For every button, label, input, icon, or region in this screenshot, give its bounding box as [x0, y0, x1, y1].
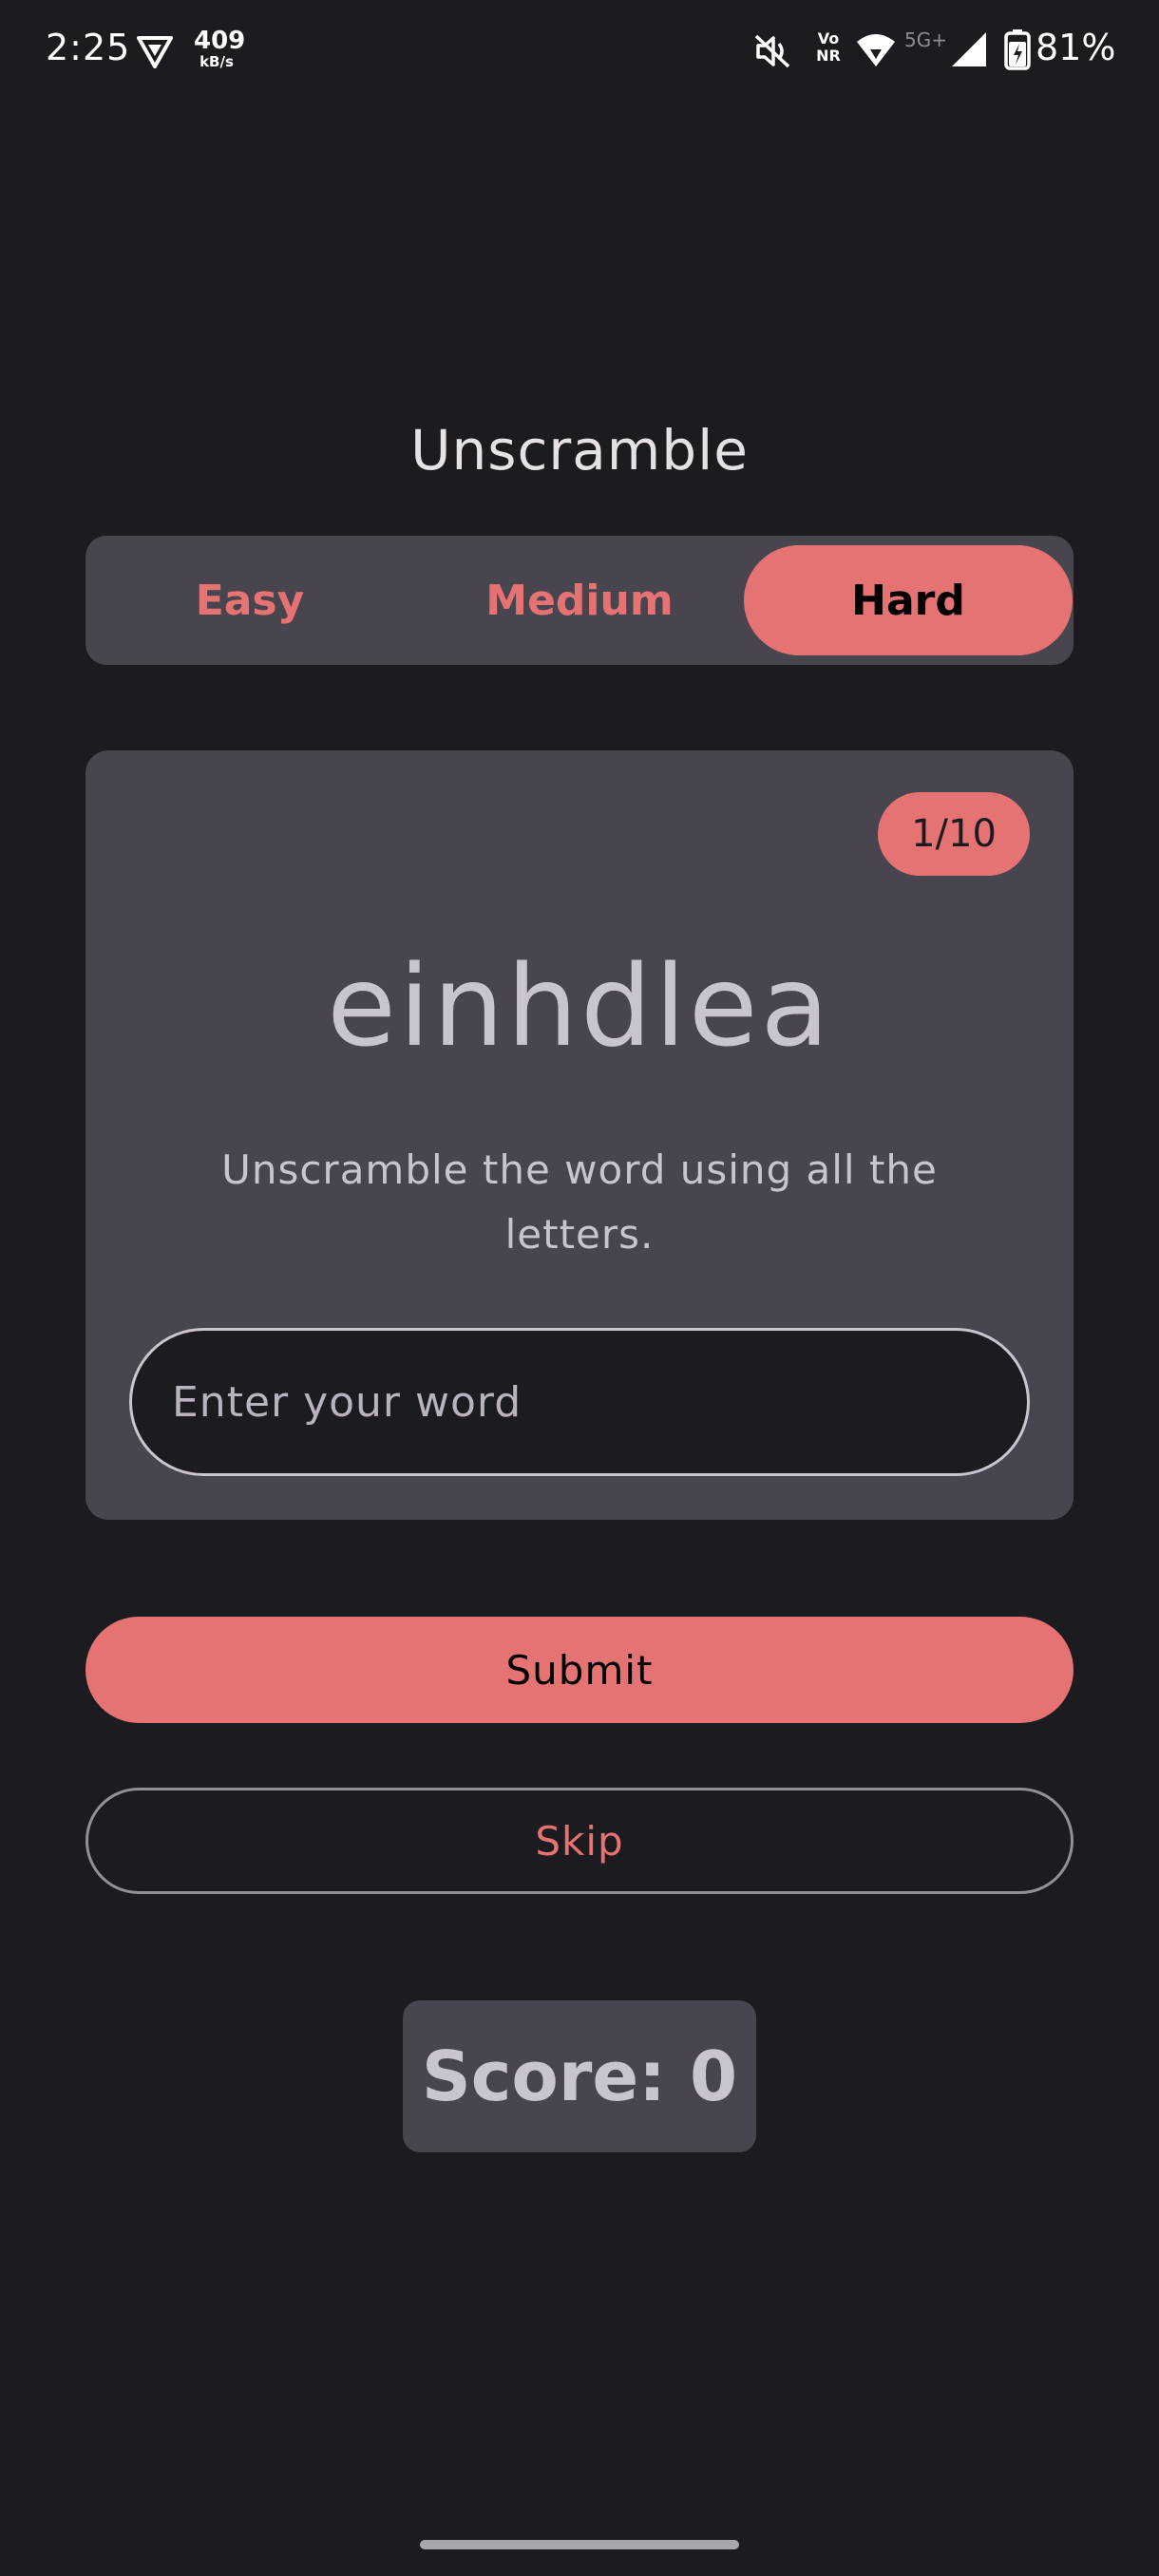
mute-icon — [754, 34, 790, 68]
speed-value: 409 — [194, 27, 246, 55]
skip-button[interactable]: Skip — [86, 1788, 1074, 1894]
gesture-nav-handle[interactable] — [420, 2540, 739, 2549]
status-bar: 2:25 409 kB/s Vo NR 5G+ 81% — [0, 0, 1159, 103]
battery-icon — [1004, 29, 1031, 70]
page-title: Unscramble — [410, 418, 749, 483]
battery-percent: 81% — [1036, 27, 1116, 68]
speed-unit: kB/s — [200, 53, 234, 70]
signal-icon — [952, 32, 986, 66]
network-type: 5G+ — [904, 28, 947, 51]
progress-badge: 1/10 — [878, 792, 1030, 876]
word-card: 1/10 einhdlea Unscramble the word using … — [86, 750, 1074, 1520]
difficulty-easy-button[interactable]: Easy — [86, 545, 414, 655]
volte-icon: Vo NR — [808, 30, 849, 65]
scrambled-word: einhdlea — [327, 940, 832, 1071]
status-time: 2:25 — [46, 27, 131, 68]
difficulty-hard-button[interactable]: Hard — [744, 545, 1073, 655]
word-input[interactable] — [129, 1328, 1030, 1476]
volte-bottom: NR — [816, 47, 841, 65]
difficulty-medium-button[interactable]: Medium — [415, 545, 744, 655]
difficulty-selector: Easy Medium Hard — [86, 536, 1074, 665]
vpn-icon — [137, 36, 173, 68]
instruction-text: Unscramble the word using all the letter… — [221, 1146, 938, 1258]
score-display: Score: 0 — [403, 2000, 756, 2152]
submit-button[interactable]: Submit — [86, 1617, 1074, 1723]
volte-top: Vo — [817, 29, 840, 47]
wifi-icon — [857, 34, 895, 66]
network-speed: 409 kB/s — [194, 27, 246, 70]
